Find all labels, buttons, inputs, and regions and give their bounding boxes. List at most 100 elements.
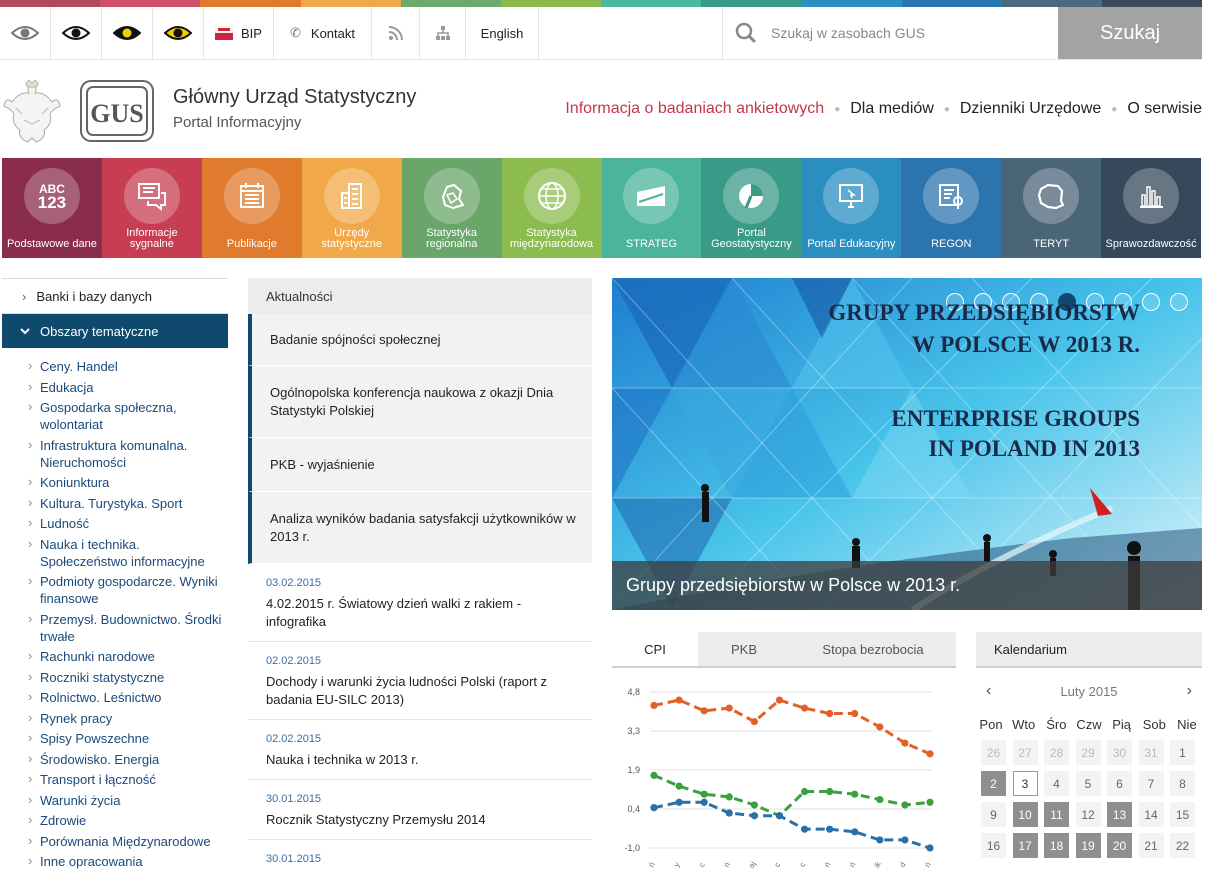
nav-dzienniki-urzedowe[interactable]: Dzienniki Urzędowe — [960, 100, 1101, 118]
chevron-left-icon[interactable]: ‹ — [986, 682, 991, 700]
calendar-day[interactable]: 3 — [1012, 771, 1038, 796]
search-input[interactable] — [771, 25, 991, 41]
tab-stopa-bezrobocia[interactable]: Stopa bezrobocia — [790, 632, 956, 666]
calendar-day[interactable]: 26 — [981, 740, 1006, 765]
calendar-day[interactable]: 13 — [1107, 802, 1132, 827]
calendar-day[interactable]: 18 — [1044, 833, 1069, 858]
tile-urzedy-statystyczne[interactable]: Urzędy statystyczne — [301, 158, 402, 258]
tile-publikacje[interactable]: Publikacje — [201, 158, 302, 258]
topic-item[interactable]: Edukacja — [2, 378, 228, 396]
calendar-day[interactable]: 12 — [1075, 802, 1101, 827]
featured-news-item[interactable]: Ogólnopolska konferencja naukowa z okazj… — [248, 366, 592, 438]
bip-link[interactable]: BIP — [204, 7, 274, 59]
topic-item[interactable]: Transport i łączność — [2, 770, 228, 788]
topic-item[interactable]: Podmioty gospodarcze. Wyniki finansowe — [2, 572, 228, 607]
topic-item[interactable]: Warunki życia — [2, 791, 228, 809]
calendar-day[interactable]: 4 — [1044, 771, 1069, 796]
banner-slider[interactable]: GRUPY PRZEDSIĘBIORSTW W POLSCE W 2013 R.… — [612, 278, 1202, 610]
tile-portal-geostatystyczny[interactable]: Portal Geostatystyczny — [701, 158, 802, 258]
calendar-day[interactable]: 9 — [981, 802, 1006, 827]
calendar-day[interactable]: 19 — [1075, 833, 1101, 858]
calendar-day[interactable]: 28 — [1044, 740, 1069, 765]
topic-item[interactable]: Spisy Powszechne — [2, 729, 228, 747]
sidebar-item-banki[interactable]: › Banki i bazy danych — [2, 278, 228, 314]
search-button[interactable]: Szukaj — [1058, 7, 1202, 59]
tile-statystyka-regionalna[interactable]: Statystyka regionalna — [401, 158, 502, 258]
calendar-day[interactable]: 7 — [1138, 771, 1164, 796]
calendar-day[interactable]: 27 — [1012, 740, 1038, 765]
calendar-day[interactable]: 8 — [1170, 771, 1195, 796]
calendar-day[interactable]: 17 — [1012, 833, 1038, 858]
calendar-day[interactable]: 1 — [1170, 740, 1195, 765]
topic-item[interactable]: Ludność — [2, 514, 228, 532]
calendar-day[interactable]: 21 — [1138, 833, 1164, 858]
topic-item[interactable]: Środowisko. Energia — [2, 750, 228, 768]
nav-o-serwisie[interactable]: O serwisie — [1127, 100, 1202, 118]
tile-statystyka-miedzynarodowa[interactable]: Statystyka międzynarodowa — [501, 158, 602, 258]
calendar-day[interactable]: 22 — [1170, 833, 1195, 858]
nav-badania-ankietowe[interactable]: Informacja o badaniach ankietowych — [565, 100, 824, 118]
news-title: 4.02.2015 r. Światowy dzień walki z raki… — [266, 596, 522, 629]
contrast-yellow-black-button[interactable] — [153, 7, 204, 59]
topic-item[interactable]: Kultura. Turystyka. Sport — [2, 494, 228, 512]
topic-item[interactable]: Roczniki statystyczne — [2, 668, 228, 686]
topic-item[interactable]: Rachunki narodowe — [2, 647, 228, 665]
calendar-day[interactable]: 20 — [1107, 833, 1132, 858]
topic-item[interactable]: Rolnictwo. Leśnictwo — [2, 688, 228, 706]
banner-caption[interactable]: Grupy przedsiębiorstw w Polsce w 2013 r. — [612, 561, 1202, 610]
sidebar-item-obszary[interactable]: Obszary tematyczne — [2, 314, 228, 348]
topic-item[interactable]: Rynek pracy — [2, 709, 228, 727]
calendar-day[interactable]: 31 — [1138, 740, 1164, 765]
contrast-default-button[interactable] — [0, 7, 51, 59]
chevron-right-icon[interactable]: › — [1187, 682, 1192, 700]
topic-item[interactable]: Inne opracowania — [2, 852, 228, 869]
featured-news-item[interactable]: Badanie spójności społecznej — [248, 314, 592, 366]
calendar-day[interactable]: 30 — [1107, 740, 1132, 765]
slider-dot[interactable] — [1170, 293, 1188, 311]
news-item[interactable]: 02.02.2015 Nauka i technika w 2013 r. — [248, 720, 592, 780]
tile-regon[interactable]: REGON — [901, 158, 1002, 258]
tab-cpi[interactable]: CPI — [612, 632, 698, 666]
kontakt-link[interactable]: ✆ Kontakt — [274, 7, 372, 59]
topic-item[interactable]: Nauka i technika. Społeczeństwo informac… — [2, 535, 228, 570]
topic-item[interactable]: Koniunktura — [2, 473, 228, 491]
topic-item[interactable]: Infrastruktura komunalna. Nieruchomości — [2, 436, 228, 471]
featured-news-item[interactable]: PKB - wyjaśnienie — [248, 438, 592, 492]
news-item[interactable]: 30.01.2015 — [248, 840, 592, 869]
site-title[interactable]: Główny Urząd Statystyczny — [173, 86, 416, 109]
calendar-day[interactable]: 16 — [981, 833, 1006, 858]
news-item[interactable]: 30.01.2015 Rocznik Statystyczny Przemysł… — [248, 780, 592, 840]
rss-link[interactable] — [372, 7, 420, 59]
phone-icon: ✆ — [290, 25, 301, 40]
news-item[interactable]: 02.02.2015 Dochody i warunki życia ludno… — [248, 642, 592, 720]
calendar-day[interactable]: 5 — [1075, 771, 1101, 796]
topic-item[interactable]: Zdrowie — [2, 811, 228, 829]
contrast-black-yellow-button[interactable] — [102, 7, 153, 59]
contrast-black-white-button[interactable] — [51, 7, 102, 59]
news-title: Nauka i technika w 2013 r. — [266, 752, 419, 767]
topic-item[interactable]: Przemysł. Budownictwo. Środki trwałe — [2, 610, 228, 645]
tile-teryt[interactable]: TERYT — [1001, 158, 1102, 258]
tile-informacje-sygnalne[interactable]: Informacje sygnalne — [101, 158, 202, 258]
calendar-day[interactable]: 11 — [1044, 802, 1069, 827]
tab-pkb[interactable]: PKB — [698, 632, 790, 666]
tile-portal-edukacyjny[interactable]: Portal Edukacyjny — [801, 158, 902, 258]
calendar-day[interactable]: 14 — [1138, 802, 1164, 827]
nav-dla-mediow[interactable]: Dla mediów — [850, 100, 934, 118]
tile-podstawowe-dane[interactable]: ABC 123 Podstawowe dane — [2, 158, 102, 258]
tile-sprawozdawczosc[interactable]: Sprawozdawczość — [1101, 158, 1202, 258]
topic-item[interactable]: Ceny. Handel — [2, 357, 228, 375]
slider-dot[interactable] — [1142, 293, 1160, 311]
topic-item[interactable]: Gospodarka społeczna, wolontariat — [2, 398, 228, 433]
calendar-day[interactable]: 2 — [981, 771, 1006, 796]
featured-news-item[interactable]: Analiza wyników badania satysfakcji użyt… — [248, 492, 592, 564]
calendar-day[interactable]: 29 — [1075, 740, 1101, 765]
sitemap-link[interactable] — [420, 7, 466, 59]
calendar-day[interactable]: 15 — [1170, 802, 1195, 827]
tile-strateg[interactable]: STRATEG — [601, 158, 702, 258]
calendar-day[interactable]: 10 — [1012, 802, 1038, 827]
topic-item[interactable]: Porównania Międzynarodowe — [2, 832, 228, 850]
calendar-day[interactable]: 6 — [1107, 771, 1132, 796]
english-link[interactable]: English — [466, 7, 539, 59]
news-item[interactable]: 03.02.2015 4.02.2015 r. Światowy dzień w… — [248, 564, 592, 642]
